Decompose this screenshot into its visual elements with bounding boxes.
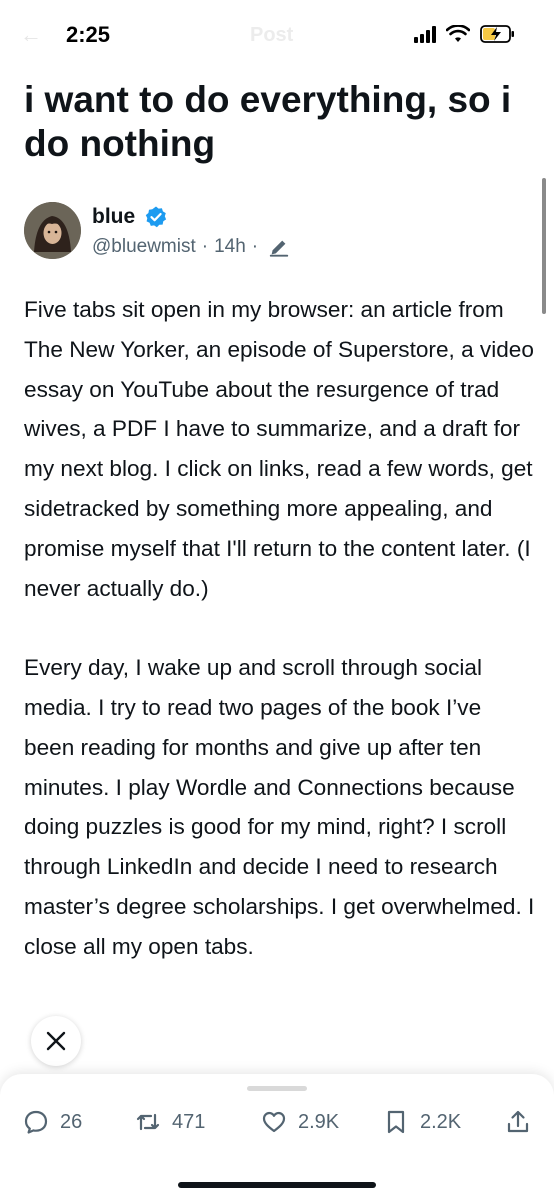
repost-button[interactable]: 471 bbox=[134, 1108, 205, 1136]
article-body: Five tabs sit open in my browser: an art… bbox=[24, 290, 536, 967]
post-age: 14h bbox=[214, 236, 246, 257]
paragraph-1: Five tabs sit open in my browser: an art… bbox=[24, 297, 534, 601]
article-title: i want to do everything, so i do nothing bbox=[24, 79, 512, 164]
repost-count: 471 bbox=[172, 1110, 206, 1133]
share-button[interactable] bbox=[504, 1108, 532, 1136]
like-button[interactable]: 2.9K bbox=[260, 1108, 339, 1136]
author-handle[interactable]: @bluewmist bbox=[92, 236, 196, 258]
repost-icon bbox=[136, 1113, 160, 1131]
meta-separator-2: · bbox=[251, 236, 259, 257]
reply-button[interactable]: 26 bbox=[22, 1108, 82, 1136]
battery-charging-icon bbox=[480, 25, 514, 43]
wifi-icon bbox=[446, 25, 470, 42]
reply-icon bbox=[24, 1110, 48, 1134]
bookmark-count: 2.2K bbox=[420, 1110, 462, 1133]
status-time: 2:25 bbox=[66, 22, 111, 47]
scrollbar[interactable] bbox=[542, 178, 546, 314]
like-count: 2.9K bbox=[298, 1110, 340, 1133]
paragraph-2: Every day, I wake up and scroll through … bbox=[24, 655, 535, 959]
share-icon bbox=[507, 1110, 529, 1133]
signal-icon bbox=[414, 25, 436, 43]
meta-separator: · bbox=[201, 236, 209, 257]
author-name[interactable]: blue bbox=[92, 205, 135, 229]
dismiss-button[interactable] bbox=[31, 1016, 81, 1066]
avatar[interactable] bbox=[24, 202, 81, 259]
sheet-handle[interactable] bbox=[247, 1086, 307, 1091]
action-bar: 26 471 2.9K 2.2K bbox=[0, 1074, 554, 1200]
back-arrow-icon[interactable]: ← bbox=[20, 22, 42, 48]
reply-count: 26 bbox=[60, 1110, 83, 1133]
home-indicator[interactable] bbox=[178, 1182, 376, 1188]
status-icons bbox=[414, 24, 516, 44]
bookmark-icon bbox=[387, 1110, 405, 1134]
verified-badge-icon bbox=[145, 206, 167, 228]
header-title: Post bbox=[250, 24, 294, 46]
close-icon bbox=[46, 1031, 66, 1051]
status-bar: ← 2:25 Post bbox=[0, 0, 554, 72]
author-meta: @bluewmist · 14h · bbox=[92, 236, 290, 258]
edit-pen-icon bbox=[269, 240, 289, 257]
heart-icon bbox=[262, 1111, 286, 1133]
bookmark-button[interactable]: 2.2K bbox=[382, 1108, 461, 1136]
